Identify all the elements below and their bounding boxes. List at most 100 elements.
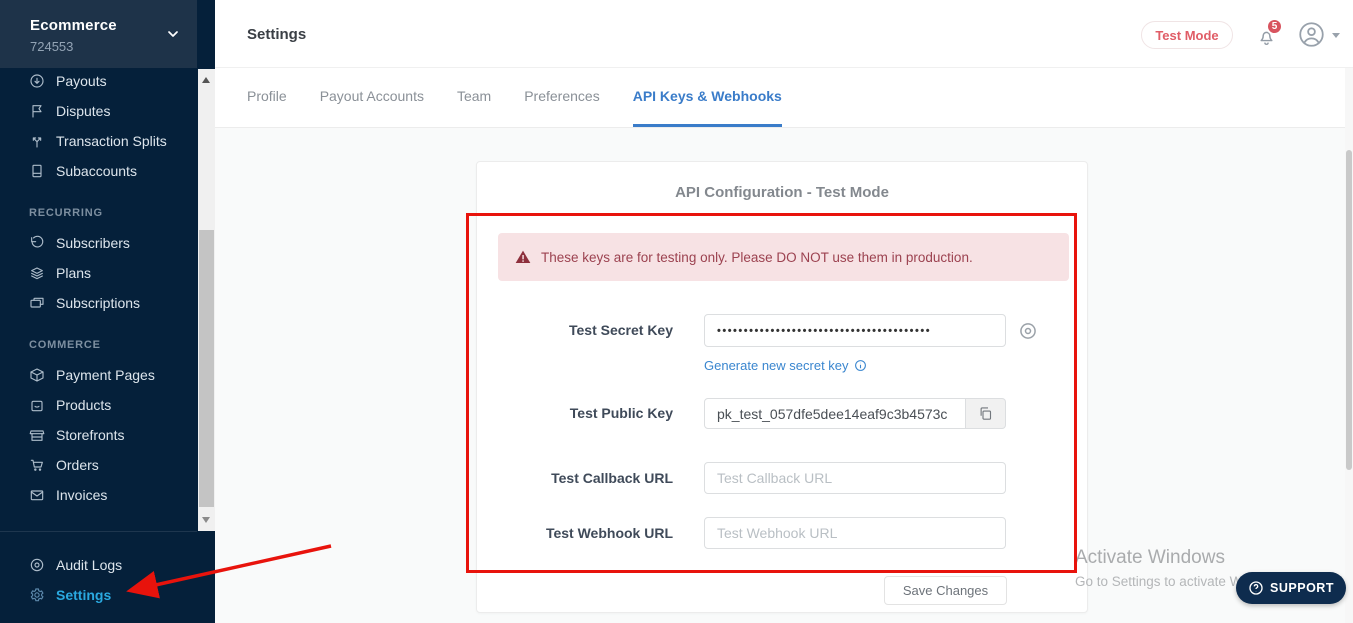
reveal-secret-button[interactable] (1018, 321, 1038, 341)
sidebar-group-main: Payouts Disputes Transaction Splits Suba… (0, 66, 197, 186)
sidebar-item-label: Audit Logs (56, 557, 122, 573)
business-switcher[interactable]: Ecommerce 724553 (0, 0, 197, 68)
sidebar-section-commerce: COMMERCE (29, 339, 101, 351)
sidebar-item-label: Payment Pages (56, 367, 155, 383)
sidebar-group-commerce: Payment Pages Products Storefronts Order… (0, 360, 197, 510)
account-menu[interactable] (1298, 21, 1344, 49)
callback-url-label: Test Callback URL (498, 470, 673, 486)
tab-team[interactable]: Team (457, 68, 491, 127)
sidebar-scrollbar[interactable] (198, 69, 215, 531)
webhook-url-input[interactable] (704, 517, 1006, 549)
mail-icon (29, 487, 45, 503)
sidebar-item-invoices[interactable]: Invoices (0, 480, 197, 510)
sidebar-item-label: Disputes (56, 103, 110, 119)
sidebar-group-footer: Audit Logs Settings (0, 550, 197, 610)
sidebar-item-label: Payouts (56, 73, 107, 89)
scroll-up-arrow-icon[interactable] (202, 77, 210, 83)
card-title: API Configuration - Test Mode (477, 184, 1087, 201)
copy-public-key-button[interactable] (966, 398, 1006, 429)
sidebar-item-label: Orders (56, 457, 99, 473)
top-bar: Settings Test Mode 5 (215, 0, 1353, 68)
sidebar-divider (0, 531, 197, 532)
sidebar-item-label: Storefronts (56, 427, 124, 443)
copy-icon (978, 406, 993, 421)
business-name: Ecommerce (30, 17, 117, 34)
scroll-down-arrow-icon[interactable] (202, 517, 210, 523)
generate-secret-key-link[interactable]: Generate new secret key (704, 358, 867, 373)
sidebar-item-audit-logs[interactable]: Audit Logs (0, 550, 197, 580)
windows-watermark-line1: Activate Windows (1075, 547, 1225, 569)
test-mode-toggle[interactable]: Test Mode (1141, 21, 1233, 49)
gear-icon (29, 587, 45, 603)
sidebar-item-plans[interactable]: Plans (0, 258, 197, 288)
sidebar-item-orders[interactable]: Orders (0, 450, 197, 480)
test-mode-label: Test Mode (1155, 28, 1218, 43)
support-button[interactable]: SUPPORT (1236, 572, 1346, 604)
business-id: 724553 (30, 39, 73, 54)
avatar-icon (1298, 21, 1325, 48)
notification-badge: 5 (1266, 18, 1283, 35)
support-label: SUPPORT (1270, 581, 1334, 595)
audit-eye-icon (29, 557, 45, 573)
webhook-url-label: Test Webhook URL (498, 525, 673, 541)
payout-icon (29, 73, 45, 89)
warning-banner: These keys are for testing only. Please … (498, 233, 1069, 281)
warning-text: These keys are for testing only. Please … (541, 250, 973, 265)
sidebar: Ecommerce 724553 Payouts Disputes Transa… (0, 0, 215, 623)
storefront-icon (29, 427, 45, 443)
sidebar-item-label: Plans (56, 265, 91, 281)
sidebar-item-label: Subaccounts (56, 163, 137, 179)
caret-down-icon (1332, 33, 1340, 38)
sidebar-scrollbar-thumb[interactable] (199, 230, 214, 507)
settings-tabs: Profile Payout Accounts Team Preferences… (215, 68, 1353, 128)
sidebar-item-transaction-splits[interactable]: Transaction Splits (0, 126, 197, 156)
sidebar-item-label: Subscribers (56, 235, 130, 251)
rotate-icon (29, 235, 45, 251)
public-key-input[interactable] (704, 398, 966, 429)
secret-key-input[interactable] (704, 314, 1006, 347)
sidebar-item-label: Subscriptions (56, 295, 140, 311)
sidebar-item-label: Products (56, 397, 111, 413)
sidebar-item-subscriptions[interactable]: Subscriptions (0, 288, 197, 318)
ledger-icon (29, 163, 45, 179)
sidebar-item-subaccounts[interactable]: Subaccounts (0, 156, 197, 186)
sidebar-item-payouts[interactable]: Payouts (0, 66, 197, 96)
page-scrollbar[interactable] (1345, 68, 1353, 623)
sidebar-item-payment-pages[interactable]: Payment Pages (0, 360, 197, 390)
public-key-label: Test Public Key (498, 405, 673, 421)
sidebar-item-products[interactable]: Products (0, 390, 197, 420)
sidebar-item-label: Transaction Splits (56, 133, 167, 149)
package-icon (29, 367, 45, 383)
notifications-button[interactable]: 5 (1253, 20, 1285, 52)
sidebar-item-disputes[interactable]: Disputes (0, 96, 197, 126)
save-changes-button[interactable]: Save Changes (884, 576, 1007, 605)
cards-icon (29, 295, 45, 311)
cart-icon (29, 457, 45, 473)
sidebar-item-subscribers[interactable]: Subscribers (0, 228, 197, 258)
info-icon (854, 359, 867, 372)
tab-api-keys-webhooks[interactable]: API Keys & Webhooks (633, 68, 782, 127)
sidebar-item-label: Settings (56, 587, 111, 603)
chevron-down-icon (165, 26, 181, 42)
split-icon (29, 133, 45, 149)
api-configuration-card: API Configuration - Test Mode These keys… (476, 161, 1088, 613)
warning-triangle-icon (515, 249, 531, 265)
tab-payout-accounts[interactable]: Payout Accounts (320, 68, 424, 127)
secret-key-label: Test Secret Key (498, 322, 673, 338)
generate-secret-key-label: Generate new secret key (704, 358, 849, 373)
eye-icon (1018, 321, 1038, 341)
tab-preferences[interactable]: Preferences (524, 68, 599, 127)
sidebar-item-storefronts[interactable]: Storefronts (0, 420, 197, 450)
page-title: Settings (247, 26, 306, 43)
tab-profile[interactable]: Profile (247, 68, 287, 127)
sidebar-item-label: Invoices (56, 487, 107, 503)
layers-icon (29, 265, 45, 281)
flag-icon (29, 103, 45, 119)
question-circle-icon (1248, 580, 1264, 596)
callback-url-input[interactable] (704, 462, 1006, 494)
page-scrollbar-thumb[interactable] (1346, 150, 1352, 470)
sidebar-item-settings[interactable]: Settings (0, 580, 197, 610)
sidebar-section-recurring: RECURRING (29, 207, 103, 219)
sidebar-group-recurring: Subscribers Plans Subscriptions (0, 228, 197, 318)
bag-icon (29, 397, 45, 413)
